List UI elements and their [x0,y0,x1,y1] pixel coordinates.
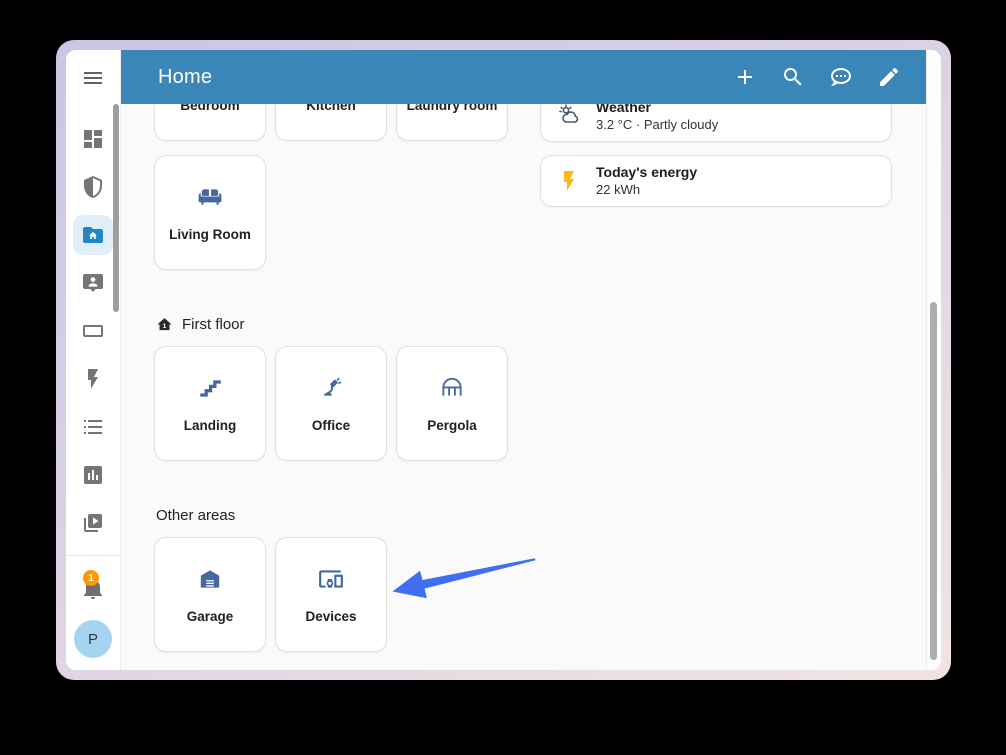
area-card-label: Kitchen [306,104,356,113]
assist-button[interactable] [829,65,853,89]
screen-background: { "header": { "title": "Home", "actions"… [0,0,1006,755]
area-card-laundry-room[interactable]: Laundry room [396,104,508,141]
area-card-kitchen[interactable]: Kitchen [275,104,387,141]
avatar[interactable]: P [74,620,112,658]
info-card-subtitle: 22 kWh [596,181,697,198]
area-card-label: Office [312,418,350,433]
search-icon [781,65,805,89]
cards-grid: Garage Devices [154,537,508,652]
pergola-icon [439,375,465,401]
area-card-label: Pergola [427,418,477,433]
area-card-label: Garage [187,609,234,624]
cards-grid: Landing Office Pergola [154,346,508,461]
areas-column: Bedroom Kitchen Laundry room Living Room 1Fi… [154,104,508,652]
main-scrollbar[interactable] [930,302,937,660]
home-assistant-window: 1 P Home Bedroom Kitchen Laundry room Livin… [66,50,941,670]
notifications-button[interactable]: 1 [66,576,120,600]
area-card-bedroom[interactable]: Bedroom [154,104,266,141]
home-floor-1-icon: 1 [156,316,173,333]
summary-column: Weather3.2 °C · Partly cloudy Today's ene… [540,104,892,207]
window-frame: 1 P Home Bedroom Kitchen Laundry room Livin… [56,40,951,680]
dashboard-icon [81,127,105,151]
dashboard-content: Bedroom Kitchen Laundry room Living Room 1Fi… [121,104,926,670]
home-folder-icon [81,223,105,247]
notification-badge: 1 [83,570,99,586]
sidebar-item-dashboards[interactable] [73,119,113,159]
sidebar-item-security[interactable] [73,167,113,207]
area-card-office[interactable]: Office [275,346,387,461]
chart-box-icon [81,463,105,487]
area-card-garage[interactable]: Garage [154,537,266,652]
main-scrollbar-track [926,50,941,670]
main-area: Home Bedroom Kitchen Laundry room Living Ro… [121,50,941,670]
partly-cloudy-icon [557,104,581,128]
shield-icon [81,175,105,199]
lightning-icon [81,367,105,391]
area-card-devices[interactable]: Devices [275,537,387,652]
main-column: Home Bedroom Kitchen Laundry room Living Ro… [121,50,926,670]
app-header: Home [121,50,926,104]
avatar-initial: P [88,631,98,648]
desk-lamp-icon [318,375,344,401]
person-badge-icon [81,271,105,295]
sidebar-item-todo-lists[interactable] [73,407,113,447]
sidebar-divider [66,555,120,556]
sidebar-nav [66,119,120,543]
menu-icon [81,66,105,90]
cards-grid: Bedroom Kitchen Laundry room Living Room [154,104,508,270]
add-button[interactable] [733,65,757,89]
area-card-living-room[interactable]: Living Room [154,155,266,270]
area-card-landing[interactable]: Landing [154,346,266,461]
menu-button[interactable] [66,66,120,90]
info-card-subtitle: 3.2 °C · Partly cloudy [596,116,718,133]
section-heading-other-areas: Other areas [156,505,508,525]
chat-icon [829,65,853,89]
sidebar-item-people[interactable] [73,263,113,303]
sidebar-item-display[interactable] [73,311,113,351]
section-heading-first-floor: 1First floor [156,314,508,334]
garage-icon [197,566,223,592]
sidebar-item-areas[interactable] [73,215,113,255]
pencil-icon [877,65,901,89]
info-card-title: Weather [596,104,718,116]
area-card-label: Living Room [169,227,251,242]
search-button[interactable] [781,65,805,89]
svg-text:1: 1 [163,323,167,330]
today-s-energy-card[interactable]: Today's energy22 kWh [540,155,892,207]
area-card-label: Devices [305,609,356,624]
weather-card[interactable]: Weather3.2 °C · Partly cloudy [540,104,892,142]
sidebar: 1 P [66,50,121,670]
display-icon [81,319,105,343]
stairs-icon [197,375,223,401]
area-card-pergola[interactable]: Pergola [396,346,508,461]
edit-dashboard-button[interactable] [877,65,901,89]
area-card-label: Laundry room [407,104,498,113]
sidebar-item-history[interactable] [73,455,113,495]
media-play-icon [81,511,105,535]
todo-list-icon [81,415,105,439]
devices-icon [318,566,344,592]
area-card-label: Bedroom [180,104,239,113]
info-card-title: Today's energy [596,164,697,181]
plus-icon [733,65,757,89]
sidebar-scrollbar[interactable] [113,104,119,312]
area-card-label: Landing [184,418,237,433]
sidebar-item-energy[interactable] [73,359,113,399]
header-actions [733,65,926,89]
page-title: Home [121,66,212,89]
energy-bolt-icon [557,169,581,193]
sidebar-item-media[interactable] [73,503,113,543]
sofa-icon [197,184,223,210]
